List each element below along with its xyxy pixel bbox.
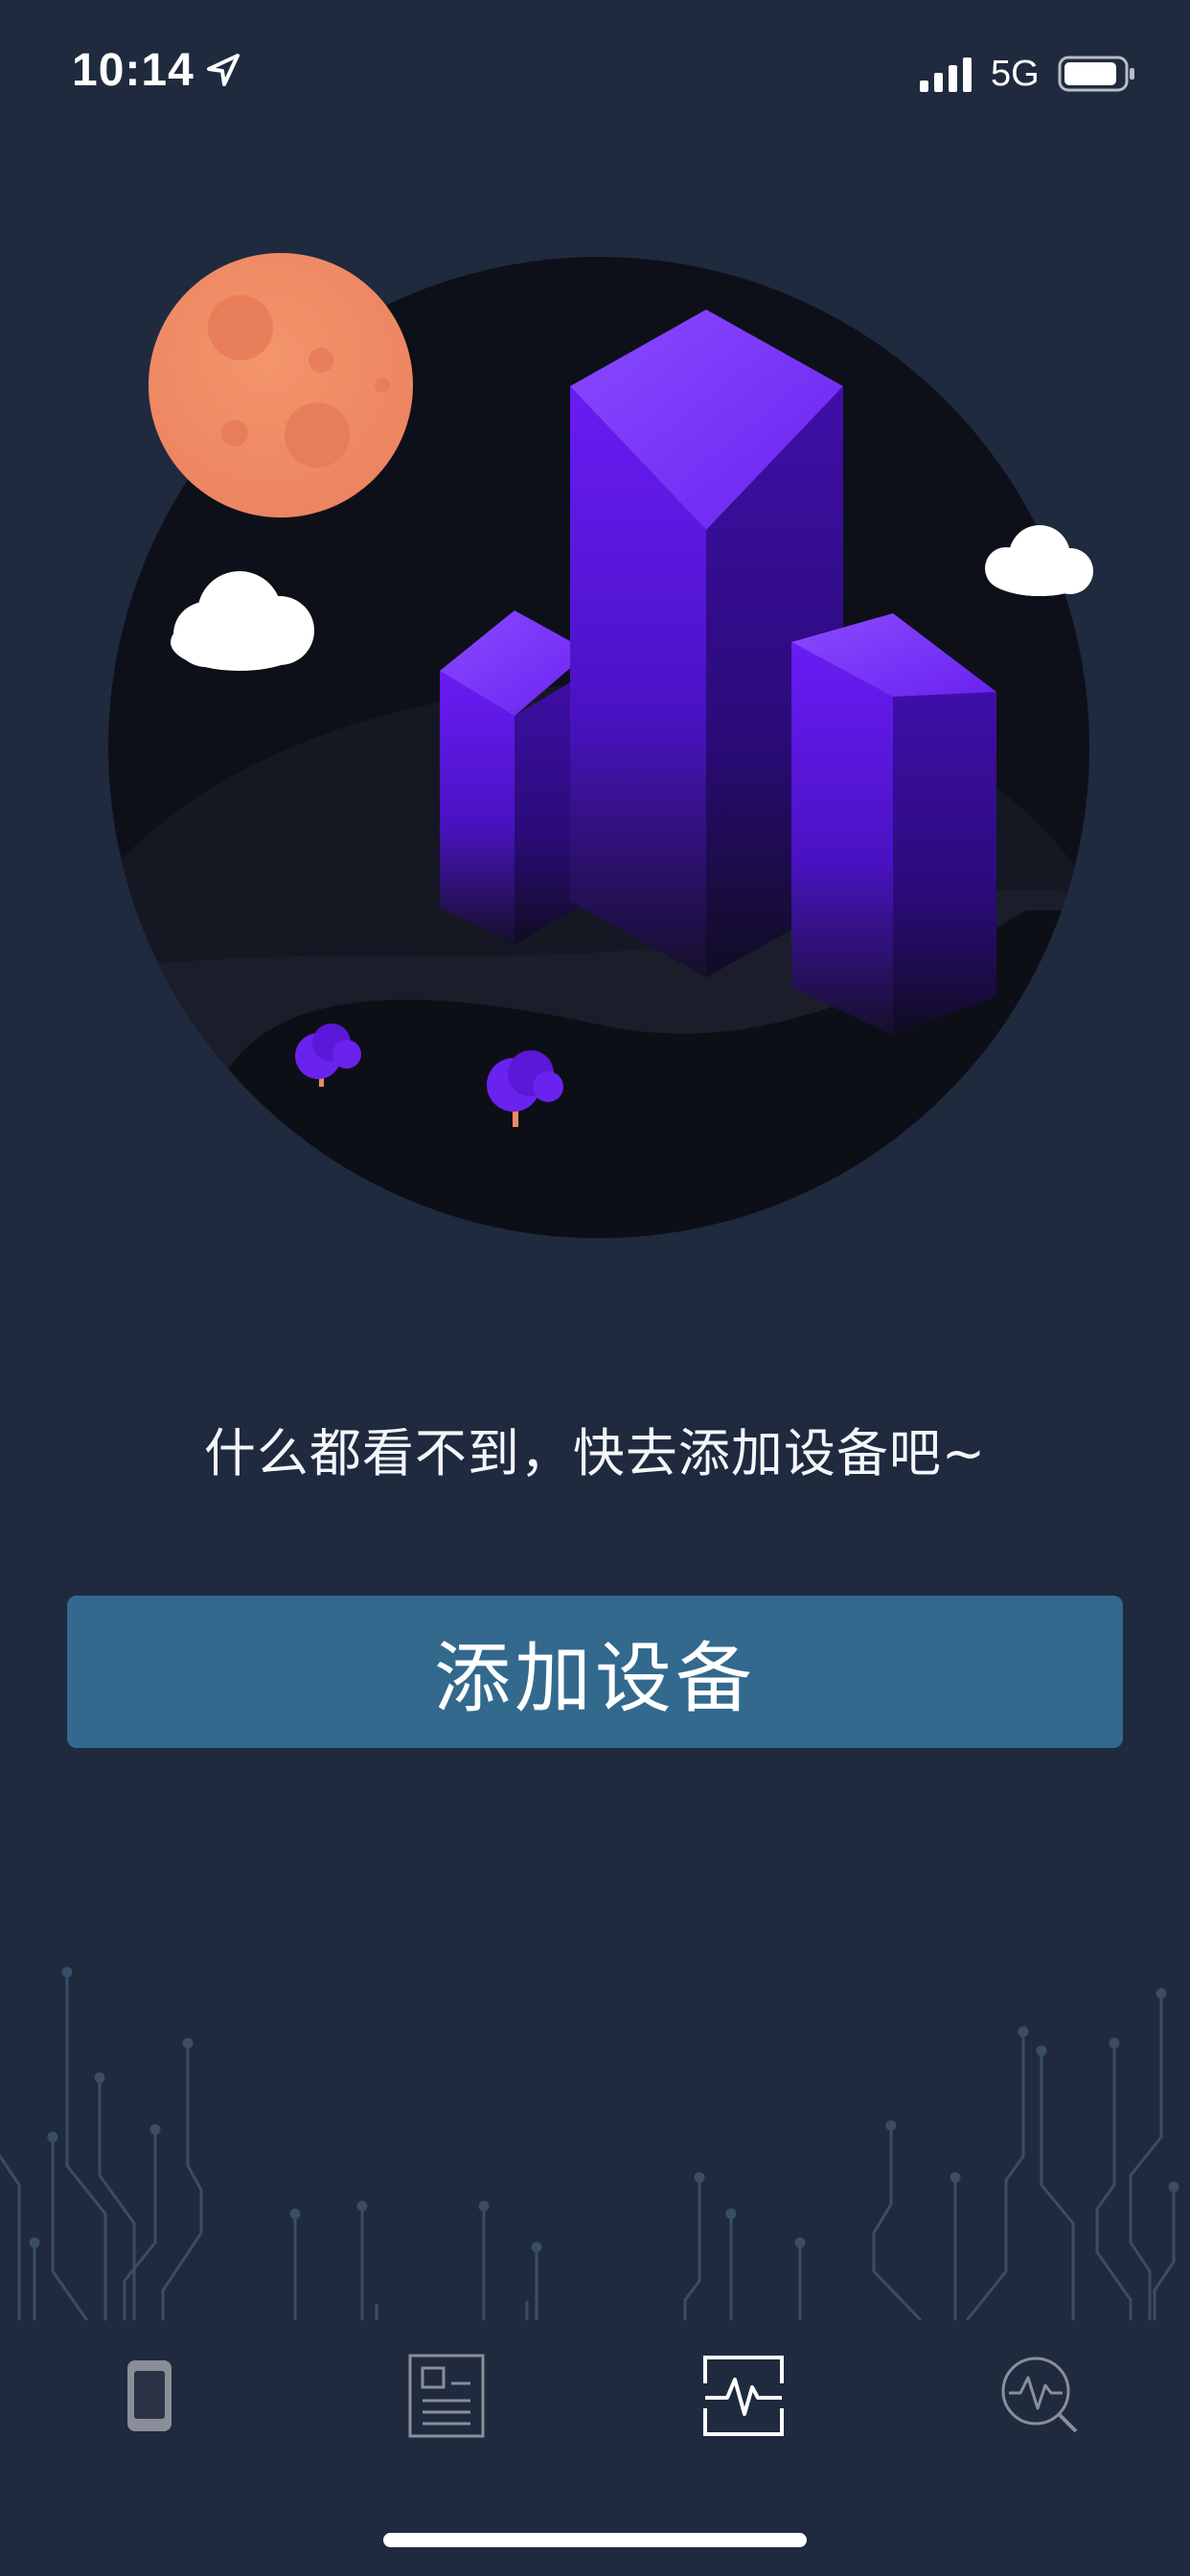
empty-state-message: 什么都看不到，快去添加设备吧~: [203, 1423, 987, 1484]
status-bar: 10:14 5G: [0, 0, 1190, 144]
heart-rate-icon: [703, 2356, 784, 2436]
circuit-decoration: [0, 1966, 1179, 2321]
document-icon: [408, 2354, 485, 2438]
phone-icon: [127, 2360, 172, 2431]
network-type: 5G: [991, 54, 1040, 94]
battery-icon: [1058, 56, 1134, 92]
tab-reports[interactable]: [360, 2319, 533, 2472]
status-time: 10:14: [72, 45, 195, 96]
tab-analysis[interactable]: [954, 2319, 1127, 2472]
tab-devices[interactable]: [63, 2319, 236, 2472]
add-device-button[interactable]: 添加设备: [67, 1596, 1123, 1748]
empty-state-illustration: [108, 253, 1093, 1238]
cellular-signal-icon: [920, 58, 972, 92]
bottom-tab-bar: [0, 2319, 1190, 2472]
tab-monitor[interactable]: [657, 2319, 830, 2472]
circuit-lines-left: [0, 1966, 542, 2321]
moon: [149, 253, 413, 518]
circuit-lines-right: [683, 1988, 1179, 2321]
search-pulse-icon: [1001, 2357, 1078, 2433]
location-arrow-icon: [207, 54, 240, 86]
home-indicator: [383, 2533, 807, 2547]
building-right: [791, 613, 996, 1035]
building-left: [440, 610, 589, 945]
